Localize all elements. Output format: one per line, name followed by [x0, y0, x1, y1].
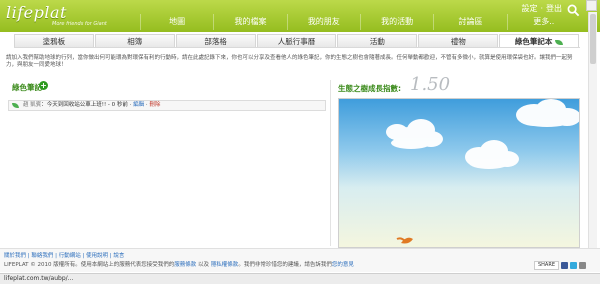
note-edit-link[interactable]: 編輯 [133, 102, 144, 108]
share-button[interactable]: SHARE [534, 261, 559, 270]
sky-clouds-illustration [386, 99, 579, 244]
privacy-link[interactable]: 隱私權條款 [211, 262, 239, 268]
scrollbar-thumb[interactable] [590, 14, 596, 64]
leaf-icon [12, 103, 19, 108]
note-delete-link[interactable]: 刪除 [149, 102, 160, 108]
share-widget: SHARE [534, 261, 586, 270]
tab-graffiti[interactable]: 塗鴉板 [14, 34, 94, 47]
site-logo[interactable]: lifeplat [6, 3, 67, 22]
scrollbar-up-arrow[interactable] [586, 0, 597, 11]
intro-text: 請加入我們幫助地球的行列，當你做出何可能環為對環保有利的行動時，請在此處記錄下來… [6, 55, 573, 68]
twitter-icon[interactable] [570, 262, 577, 269]
footer-links[interactable]: 關於我們 | 聯絡我們 | 行動網站 | 使用說明 | 說言 [4, 251, 124, 259]
copyright-text: LIFEPLAT © 2010 版權所有。使用本網站上的服務代表您接受我們的 [4, 262, 175, 268]
terms-link[interactable]: 服務條款 [174, 262, 196, 268]
add-note-button[interactable]: + [39, 81, 48, 90]
email-icon[interactable] [579, 262, 586, 269]
nav-my-profile[interactable]: 我的檔案 [213, 14, 286, 30]
main-nav: 地圖 我的檔案 我的朋友 我的活動 討論區 更多.. [140, 14, 580, 30]
feedback-link[interactable]: 您的意見 [332, 262, 354, 268]
tab-albums[interactable]: 相簿 [94, 34, 175, 47]
tab-blog[interactable]: 部落格 [175, 34, 256, 47]
tab-gifts[interactable]: 禮物 [418, 34, 499, 47]
note-time: - 0 秒前 · [106, 102, 134, 108]
note-text: ：今天到回收站公車上班!! [41, 102, 107, 108]
note-user[interactable]: 趙 凱賓 [23, 102, 41, 108]
settings-link[interactable]: 設定 [521, 4, 537, 13]
tab-events[interactable]: 活動 [337, 34, 418, 47]
copyright-suffix: 。我們非常珍惜您的建議，請告訴我們 [238, 262, 332, 268]
header: lifeplat More friends for Giant 設定 · 登出 地圖… [0, 0, 600, 32]
footer: 關於我們 | 聯絡我們 | 行動網站 | 使用說明 | 說言 LIFEPLAT … [0, 248, 600, 272]
growth-index-label: 生態之樹成長指數: [338, 84, 401, 93]
sprout-icon [396, 237, 413, 244]
growth-index-value: 1.50 [410, 74, 451, 95]
nav-more[interactable]: 更多.. [506, 14, 580, 30]
footer-copyright: LIFEPLAT © 2010 版權所有。使用本網站上的服務代表您接受我們的服務… [4, 260, 354, 268]
nav-forum[interactable]: 討論區 [433, 14, 506, 30]
nav-my-events[interactable]: 我的活動 [359, 14, 433, 30]
panel-divider [330, 80, 331, 246]
browser-status-bar: lifeplat.com.tw/aubp/... [0, 273, 600, 284]
note-item: 趙 凱賓：今天到回收站公車上班!! - 0 秒前 · 編輯 · 刪除 [8, 100, 326, 111]
nav-my-friends[interactable]: 我的朋友 [286, 14, 360, 30]
tab-green-notebook-label: 綠色筆記本 [514, 37, 553, 46]
logo-tagline: More friends for Giant [52, 21, 107, 27]
page-scrollbar[interactable] [588, 12, 597, 252]
tab-green-notebook[interactable]: 綠色筆記本 [499, 34, 580, 47]
leaf-icon [555, 39, 564, 45]
logout-link[interactable]: 登出 [546, 4, 562, 13]
nav-map[interactable]: 地圖 [140, 14, 213, 30]
top-links: 設定 · 登出 [521, 4, 562, 13]
tab-contacts-calendar[interactable]: 人脈行事曆 [256, 34, 337, 47]
eco-tree-scene [338, 98, 580, 248]
facebook-icon[interactable] [561, 262, 568, 269]
copyright-and: 以及 [196, 262, 211, 268]
sub-tabs: 塗鴉板 相簿 部落格 人脈行事曆 活動 禮物 綠色筆記本 [14, 34, 580, 48]
green-notes-title: 綠色筆記 [12, 83, 42, 92]
